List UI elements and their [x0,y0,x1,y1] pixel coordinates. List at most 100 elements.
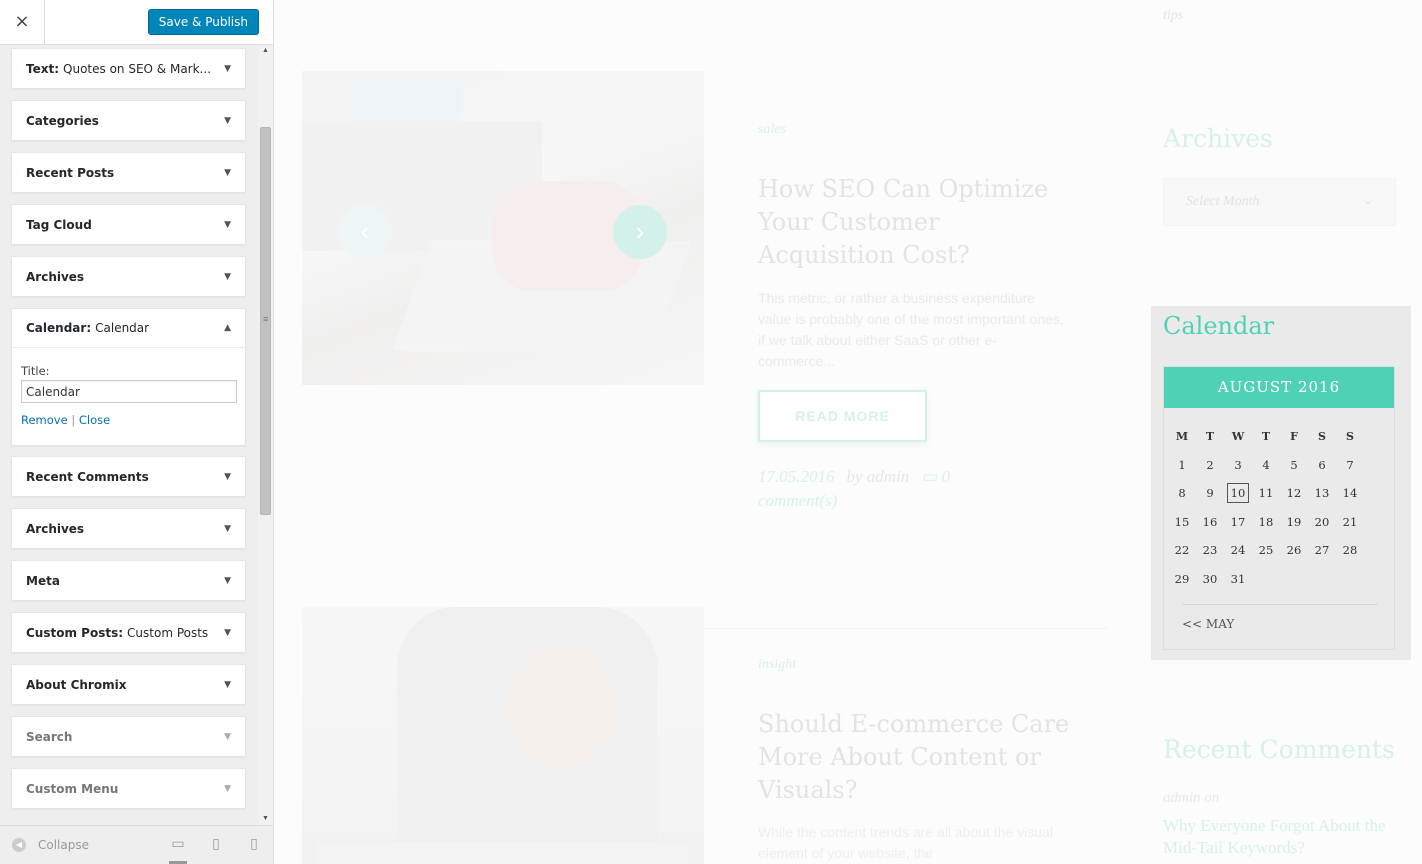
post-date[interactable]: 17.05.2016 [758,467,835,486]
widget-title: Custom Posts [26,625,119,640]
scroll-down-arrow-icon[interactable]: ▼ [258,813,273,825]
widget-title: Archives [26,521,85,536]
expand-arrow-icon[interactable]: ▼ [224,576,231,586]
calendar-day: 9 [1196,486,1224,500]
close-link[interactable]: Close [79,413,110,427]
calendar-day: 23 [1196,543,1224,557]
slider-prev-icon[interactable]: ‹ [338,205,392,259]
grip-icon: ≡ [263,314,269,324]
calendar-weekday: S [1346,429,1354,443]
tablet-icon[interactable]: ▯ [207,836,225,854]
post-title[interactable]: Should E-commerce Care More About Conten… [758,708,1088,807]
scrollbar-thumb[interactable]: ≡ [260,127,271,515]
recent-comments-title: Recent Comments [1163,735,1395,764]
expand-arrow-icon[interactable]: ▼ [224,628,231,638]
widget-header[interactable]: Text: Quotes on SEO & Mark... ▼ [12,49,245,88]
expand-arrow-icon[interactable]: ▼ [224,472,231,482]
calendar-day: 15 [1168,515,1196,529]
read-more-button[interactable]: READ MORE [758,390,927,442]
calendar-day-number: 25 [1258,543,1274,558]
calendar-day-number: 27 [1314,543,1330,558]
post-author[interactable]: by admin [847,467,910,486]
mobile-icon[interactable]: ▯ [245,836,263,854]
chevron-down-icon: ⌄ [1362,193,1373,207]
widget-header[interactable]: About Chromix ▼ [12,665,245,704]
calendar-day: 24 [1224,543,1252,557]
widget-title: Tag Cloud [26,217,92,232]
widget-title: Recent Posts [26,165,115,180]
widget-header[interactable]: Meta ▼ [12,561,245,600]
site-preview: tips Archives Select Month ⌄ ‹ › sales H… [274,0,1422,864]
action-separator: | [71,413,76,427]
widget-header[interactable]: Custom Menu ▼ [12,769,245,808]
expand-arrow-icon[interactable]: ▼ [224,680,231,690]
save-publish-button[interactable]: Save & Publish [147,9,259,35]
image-face [507,647,617,767]
calendar-week: 1 2 3 4 5 6 7 [1168,451,1392,480]
widget-header[interactable]: Search ▼ [12,717,245,756]
collapse-button[interactable]: Collapse [38,838,89,852]
widget-header[interactable]: Calendar: Calendar ▲ [12,309,245,348]
calendar-day-number: 4 [1262,457,1270,472]
calendar-prev-month-link[interactable]: << MAY [1182,617,1234,631]
expand-arrow-icon[interactable]: ▼ [224,732,231,742]
archives-select[interactable]: Select Month ⌄ [1163,178,1396,226]
expand-arrow-icon[interactable]: ▼ [224,64,231,74]
calendar-weekdays: MTWTFSS [1168,422,1392,451]
archives-widget-title: Archives [1163,124,1273,153]
post-category[interactable]: insight [758,657,796,673]
tag-tips[interactable]: tips [1163,8,1183,24]
calendar-day-number: 15 [1174,514,1190,529]
widget-header[interactable]: Tag Cloud ▼ [12,205,245,244]
widget-recent-posts: Recent Posts ▼ [11,152,246,193]
widget-header[interactable]: Archives ▼ [12,257,245,296]
widget-about-chromix: About Chromix ▼ [11,664,246,705]
post-title[interactable]: How SEO Can Optimize Your Customer Acqui… [758,173,1058,272]
calendar-day-number: 8 [1178,486,1186,501]
close-icon[interactable]: × [0,0,45,45]
collapse-arrow-icon[interactable]: ▲ [224,323,231,333]
recent-comment-link[interactable]: Why Everyone Forgot About the Mid-Tail K… [1163,815,1403,859]
calendar-grid: M T W T F S S 1 2 3 4 5 6 7 8 9 10 11 12 13 14 15 16 17 18 19 20 21… [1168,422,1392,593]
calendar-day: 17 [1224,515,1252,529]
desktop-icon[interactable]: ▭ [169,836,187,864]
calendar-day-number: 21 [1342,514,1358,529]
calendar-caption: AUGUST 2016 [1164,367,1394,408]
expand-arrow-icon[interactable]: ▼ [224,524,231,534]
customizer-header: × Save & Publish [0,0,273,45]
widget-title: Categories [26,113,99,128]
expand-arrow-icon[interactable]: ▼ [224,116,231,126]
expand-arrow-icon[interactable]: ▼ [224,784,231,794]
calendar-day-number: 3 [1234,457,1242,472]
widget-header[interactable]: Archives ▼ [12,509,245,548]
widget-instance-title: Calendar [95,321,150,335]
customizer-sidebar: × Save & Publish Text: Quotes on SEO & Ma… [0,0,274,864]
collapse-arrow-icon[interactable]: ◀ [12,838,26,852]
widget-title: Custom Menu [26,781,119,796]
widget-header[interactable]: Recent Comments ▼ [12,457,245,496]
slider-next-icon[interactable]: › [613,205,667,259]
calendar-widget-title: Calendar [1163,312,1275,340]
widget-tag-cloud: Tag Cloud ▼ [11,204,246,245]
calendar-weekday: T [1205,429,1215,443]
calendar-day: 1 [1168,458,1196,472]
calendar-day: 29 [1168,572,1196,586]
expand-arrow-icon[interactable]: ▼ [224,168,231,178]
post-excerpt: This metric, or rather a business expend… [758,290,1064,369]
recent-comment-author[interactable]: admin on [1163,790,1219,807]
widget-form: Title: Remove | Close [12,348,245,437]
widget-archives: Archives ▼ [11,256,246,297]
title-field[interactable] [21,380,237,403]
post-category[interactable]: sales [758,122,786,138]
expand-arrow-icon[interactable]: ▼ [224,220,231,230]
remove-link[interactable]: Remove [21,413,68,427]
calendar-day-number: 30 [1202,571,1218,586]
calendar-divider [1182,604,1378,605]
scroll-up-arrow-icon[interactable]: ▲ [258,45,273,57]
expand-arrow-icon[interactable]: ▼ [224,272,231,282]
widget-header[interactable]: Recent Posts ▼ [12,153,245,192]
widget-header[interactable]: Categories ▼ [12,101,245,140]
calendar-weekday: W [1231,429,1245,443]
widget-header[interactable]: Custom Posts: Custom Posts ▼ [12,613,245,652]
sidebar-scrollbar[interactable]: ▲ ≡ ▼ [258,45,273,825]
